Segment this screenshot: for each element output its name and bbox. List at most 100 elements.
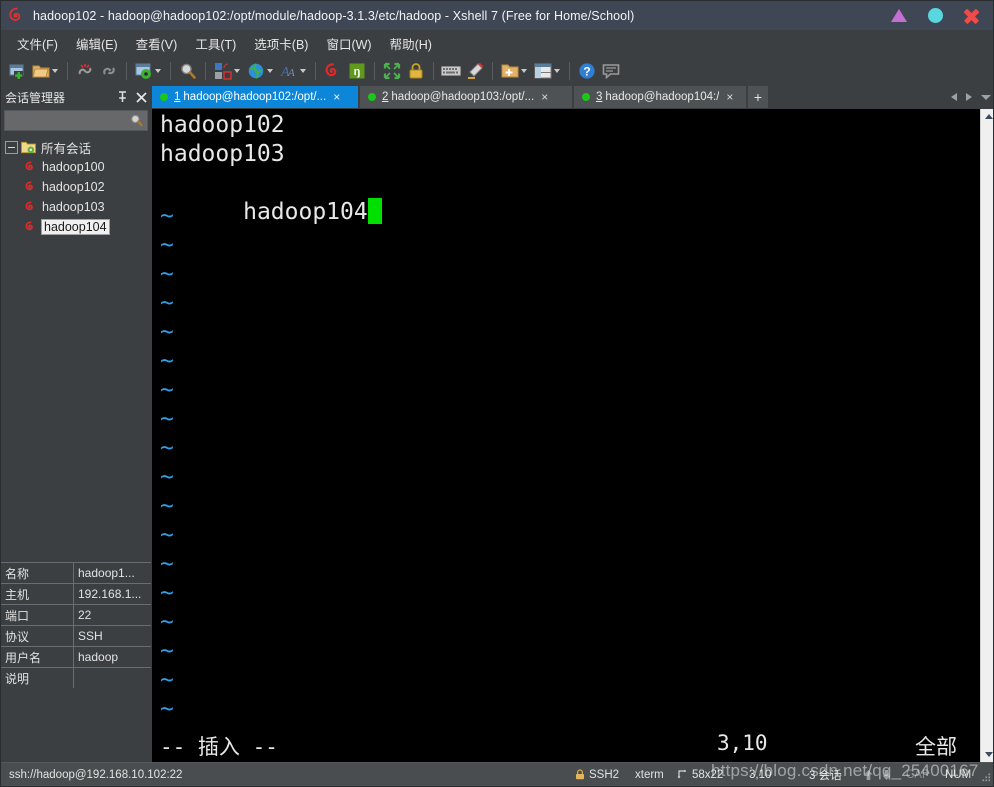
session-search-input[interactable]	[4, 110, 148, 131]
session-properties-dropdown-icon[interactable]	[155, 69, 161, 73]
tab-navigation	[951, 86, 991, 108]
tab-number: 3	[596, 91, 603, 103]
tab-close-icon[interactable]: ×	[726, 91, 733, 103]
vim-empty-line-tilde: ~	[160, 667, 174, 693]
panel-close-icon[interactable]	[136, 91, 147, 103]
status-download-indicator	[881, 769, 892, 781]
svg-text:?: ?	[583, 65, 590, 79]
close-button[interactable]	[953, 1, 989, 30]
prev-tab-arrow-icon[interactable]	[951, 93, 957, 101]
close-icon	[962, 7, 980, 25]
tab-session-1[interactable]: 1 hadoop@hadoop102:/opt/... ×	[152, 86, 358, 108]
vim-empty-line-tilde: ~	[160, 609, 174, 635]
minimize-button[interactable]	[881, 1, 917, 30]
scroll-down-arrow-icon[interactable]	[981, 747, 993, 762]
tab-status-dot-icon	[582, 93, 590, 101]
next-tab-arrow-icon[interactable]	[966, 93, 972, 101]
menu-view[interactable]: 查看(V)	[127, 31, 187, 56]
session-properties-icon[interactable]	[133, 60, 155, 82]
menu-tabs[interactable]: 选项卡(B)	[245, 31, 317, 56]
status-cursor-position: 3,10	[749, 768, 772, 781]
keyboard-icon[interactable]	[440, 60, 462, 82]
maximize-button[interactable]	[917, 1, 953, 30]
vim-empty-line-tilde: ~	[160, 232, 174, 258]
pin-icon[interactable]	[117, 91, 128, 103]
sidebar-item-hadoop104[interactable]: hadoop104	[1, 217, 151, 237]
new-folder-icon[interactable]	[499, 60, 521, 82]
new-session-icon[interactable]	[6, 60, 28, 82]
font-dropdown-icon[interactable]	[300, 69, 306, 73]
vim-empty-line-tilde: ~	[160, 406, 174, 432]
sidebar-item-hadoop100[interactable]: hadoop100	[1, 157, 151, 177]
vim-empty-line-tilde: ~	[160, 551, 174, 577]
split-view-icon[interactable]	[532, 60, 554, 82]
find-icon[interactable]	[177, 60, 199, 82]
disconnect-icon[interactable]	[74, 60, 96, 82]
sidebar-item-label: hadoop103	[42, 200, 105, 214]
property-value: 192.168.1...	[78, 587, 142, 601]
collapse-icon[interactable]	[5, 140, 18, 154]
lock-icon[interactable]	[405, 60, 427, 82]
session-manager-header: 会话管理器	[1, 86, 151, 108]
vim-empty-line-tilde: ~	[160, 493, 174, 519]
title-bar: hadoop102 - hadoop@hadoop102:/opt/module…	[1, 1, 993, 30]
sidebar-item-label: hadoop100	[42, 160, 105, 174]
terminal-screen[interactable]: hadoop102 hadoop103 hadoop104 ~ ~ ~ ~ ~ …	[152, 109, 980, 762]
menu-help[interactable]: 帮助(H)	[381, 31, 441, 56]
open-folder-dropdown-icon[interactable]	[52, 69, 58, 73]
highlight-pen-icon[interactable]	[464, 60, 486, 82]
tab-close-icon[interactable]: ×	[333, 91, 340, 103]
sidebar-item-hadoop103[interactable]: hadoop103	[1, 197, 151, 217]
xftp-icon[interactable]: ŋ	[346, 60, 368, 82]
terminal-scrollbar[interactable]	[980, 109, 993, 762]
menu-tools[interactable]: 工具(T)	[186, 31, 245, 56]
tab-bar: 1 hadoop@hadoop102:/opt/... × 2 hadoop@h…	[152, 86, 993, 108]
split-view-dropdown-icon[interactable]	[554, 69, 560, 73]
status-size: 58x22	[677, 769, 723, 781]
status-connection: ssh://hadoop@192.168.10.102:22	[9, 768, 183, 781]
svg-text:A: A	[287, 67, 295, 79]
xshell-icon[interactable]	[322, 60, 344, 82]
toolbar-separator	[315, 62, 316, 80]
open-folder-icon[interactable]	[30, 60, 52, 82]
tree-root-all-sessions[interactable]: 所有会话	[1, 137, 151, 157]
toolbar-separator	[170, 62, 171, 80]
property-value	[74, 668, 151, 688]
tree-root-label: 所有会话	[41, 141, 92, 156]
property-value: SSH	[78, 629, 103, 643]
font-icon[interactable]: A A	[278, 60, 300, 82]
tab-session-3[interactable]: 3 hadoop@hadoop104:/ ×	[574, 86, 746, 108]
status-session-count: 3 会话	[809, 769, 842, 782]
xshell-window: hadoop102 - hadoop@hadoop102:/opt/module…	[0, 0, 994, 787]
properties-empty-area	[1, 688, 151, 763]
menu-window[interactable]: 窗口(W)	[317, 31, 380, 56]
property-row: 名称 hadoop1...	[1, 563, 151, 584]
globe-icon[interactable]	[245, 60, 267, 82]
new-tab-button[interactable]: +	[748, 86, 768, 108]
reconnect-icon[interactable]	[98, 60, 120, 82]
terminal-line-text: hadoop104	[243, 199, 368, 225]
toolbar-separator	[433, 62, 434, 80]
tab-close-icon[interactable]: ×	[541, 91, 548, 103]
menu-edit[interactable]: 编辑(E)	[67, 31, 127, 56]
lock-icon	[576, 769, 584, 780]
menu-file[interactable]: 文件(F)	[8, 31, 67, 56]
layout-dropdown-icon[interactable]	[234, 69, 240, 73]
search-icon	[131, 114, 143, 127]
new-folder-dropdown-icon[interactable]	[521, 69, 527, 73]
comment-icon[interactable]	[600, 60, 622, 82]
sidebar-item-hadoop102[interactable]: hadoop102	[1, 177, 151, 197]
tab-list-dropdown-icon[interactable]	[981, 94, 991, 100]
status-security: SSH2	[575, 769, 619, 781]
fullscreen-icon[interactable]	[381, 60, 403, 82]
vim-empty-line-tilde: ~	[160, 348, 174, 374]
resize-grip-icon[interactable]	[980, 771, 992, 783]
layout-icon[interactable]	[212, 60, 234, 82]
tab-session-2[interactable]: 2 hadoop@hadoop103:/opt/... ×	[360, 86, 572, 108]
scroll-up-arrow-icon[interactable]	[981, 109, 993, 124]
help-icon[interactable]: ?	[576, 60, 598, 82]
status-num-lock: NUM	[945, 768, 972, 781]
status-upload-indicator	[863, 769, 874, 781]
tab-label: hadoop@hadoop103:/opt/...	[391, 91, 535, 103]
globe-dropdown-icon[interactable]	[267, 69, 273, 73]
